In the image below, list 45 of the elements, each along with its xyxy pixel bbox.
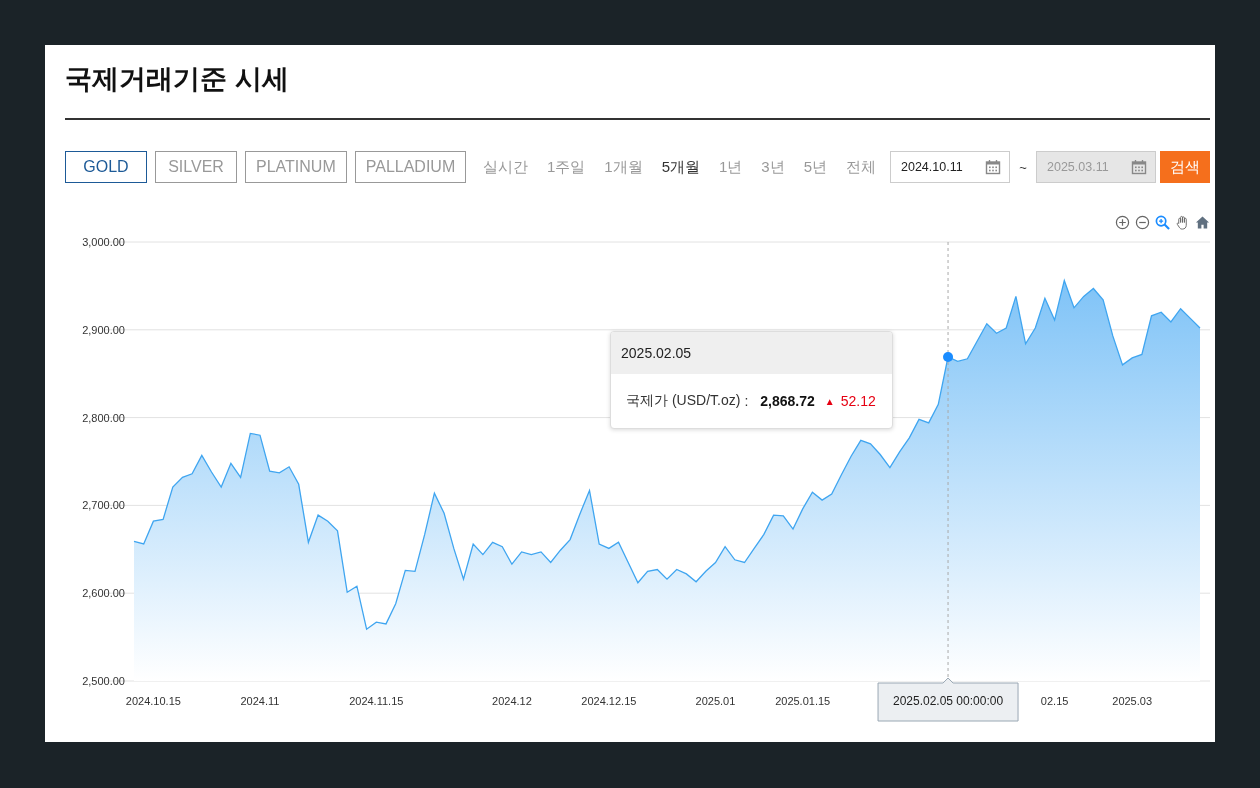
hover-marker <box>943 352 954 362</box>
metal-tab[interactable]: PALLADIUM <box>354 151 467 183</box>
x-axis-label: 2025.01 <box>695 695 736 707</box>
zoom-in-icon[interactable] <box>1115 214 1130 230</box>
period-link[interactable]: 실시간 <box>482 157 528 177</box>
tooltip-separator: : <box>744 393 749 409</box>
range-separator: ~ <box>1018 159 1028 175</box>
period-link[interactable]: 1주일 <box>546 157 586 177</box>
crosshair-date-label: 2025.02.05 00:00:00 <box>893 694 1004 708</box>
period-link[interactable]: 1개월 <box>604 157 643 177</box>
metal-tab[interactable]: PLATINUM <box>245 151 347 183</box>
period-link[interactable]: 5년 <box>803 157 827 177</box>
x-axis-label: 2024.12.15 <box>581 695 637 707</box>
up-triangle-icon: ▲ <box>824 395 835 407</box>
x-axis-label: 2025.03 <box>1112 695 1153 707</box>
x-axis-label: 2024.11.15 <box>349 695 404 707</box>
x-axis-label: 2024.11 <box>240 695 280 707</box>
y-axis-label: 2,800.00 <box>82 411 125 424</box>
period-link[interactable]: 전체 <box>846 157 876 177</box>
period-link[interactable]: 5개월 <box>661 157 700 177</box>
y-axis-label: 3,000.00 <box>82 236 125 248</box>
metal-tab[interactable]: SILVER <box>155 151 237 183</box>
period-link[interactable]: 1년 <box>718 157 743 177</box>
calendar-icon[interactable] <box>985 159 1001 175</box>
y-axis-label: 2,900.00 <box>82 323 125 336</box>
metal-tab[interactable]: GOLD <box>65 151 147 183</box>
home-icon[interactable] <box>1195 214 1210 230</box>
period-link[interactable]: 3년 <box>761 157 785 177</box>
tooltip-label: 국제가 (USD/T.oz) <box>626 392 741 410</box>
y-axis-label: 2,700.00 <box>82 499 125 512</box>
x-axis-label: 2025.01.15 <box>775 695 831 707</box>
hand-icon[interactable] <box>1175 214 1190 230</box>
page-title: 국제거래기준 시세 <box>65 62 289 96</box>
tooltip-change: 52.12 <box>840 393 876 409</box>
start-date-field[interactable]: 2024.10.11 <box>890 151 1010 183</box>
x-axis-label: 2024.12 <box>492 695 532 707</box>
search-button[interactable]: 검색 <box>1160 151 1210 183</box>
zoom-out-icon[interactable] <box>1135 214 1150 230</box>
tooltip-value: 2,868.72 <box>760 393 815 409</box>
tooltip-date: 2025.02.05 <box>611 332 893 374</box>
search-icon[interactable] <box>1155 214 1170 230</box>
x-axis-label: 02.15 <box>1040 695 1069 707</box>
x-axis-label: 2024.10.15 <box>125 695 181 707</box>
y-axis-label: 2,600.00 <box>82 587 125 600</box>
y-axis-label: 2,500.00 <box>82 675 125 687</box>
